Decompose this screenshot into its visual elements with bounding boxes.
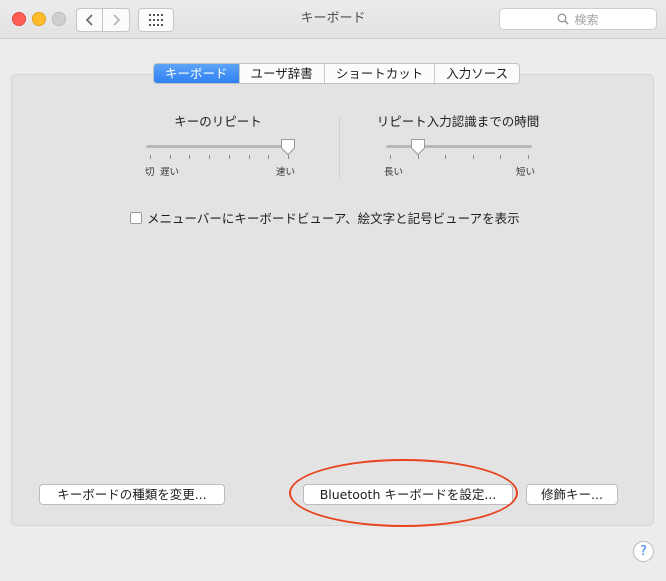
show-viewer-option[interactable]: メニューバーにキーボードビューア、絵文字と記号ビューアを表示 [130,208,520,227]
slider-tick [472,155,474,159]
key-repeat-label-off: 切 [145,167,155,178]
repeat-delay-title: リピート入力認識までの時間 [376,114,540,129]
repeat-delay-label-short: 短い [516,167,536,178]
key-repeat-track[interactable] [146,145,292,148]
slider-divider [339,116,340,178]
tab-bar: キーボード ユーザ辞書 ショートカット 入力ソース [153,63,521,84]
key-repeat-title: キーのリピート [174,114,262,129]
show-viewer-label: メニューバーにキーボードビューア、絵文字と記号ビューアを表示 [147,211,520,226]
forward-button[interactable] [102,8,130,32]
content-panel [11,74,654,526]
tab-keyboard[interactable]: キーボード [154,64,239,83]
slider-tick [228,155,230,159]
slider-tick [248,155,250,159]
slider-tick [169,155,171,159]
keyboard-preferences-window: キーボード 検索 キーボード ユーザ辞書 ショートカット 入力ソース キーのリピ… [0,0,666,581]
tab-user-dictionary[interactable]: ユーザ辞書 [238,64,324,83]
modifier-keys-button[interactable]: 修飾キー... [526,484,618,505]
back-button[interactable] [76,8,104,32]
highlight-annotation [289,459,518,527]
search-placeholder: 検索 [574,12,599,27]
search-field[interactable]: 検索 [499,8,657,30]
tab-input-sources[interactable]: 入力ソース [434,64,519,83]
help-icon: ? [640,544,647,559]
chevron-right-icon [113,14,121,26]
show-all-button[interactable] [138,8,174,32]
slider-tick [390,155,391,159]
key-repeat-slider-knob[interactable] [280,138,296,156]
slider-tick [189,155,191,159]
key-repeat-label-fast: 速い [276,167,296,178]
key-repeat-label-slow: 遅い [160,167,180,178]
slider-tick [528,155,529,159]
title-bar: キーボード 検索 [0,0,666,39]
slider-tick [500,155,502,159]
search-icon [557,13,570,25]
repeat-delay-label-long: 長い [384,167,404,178]
chevron-left-icon [85,14,93,26]
show-viewer-checkbox[interactable] [130,211,142,224]
tab-shortcuts[interactable]: ショートカット [323,64,435,83]
repeat-delay-track[interactable] [386,145,532,148]
slider-tick [268,155,270,159]
slider-tick [150,155,151,159]
grid-icon [149,14,163,26]
repeat-delay-slider-knob[interactable] [410,138,426,156]
slider-tick [445,155,447,159]
slider-tick [209,155,211,159]
help-button[interactable]: ? [633,541,654,562]
change-keyboard-type-button[interactable]: キーボードの種類を変更... [39,484,225,505]
